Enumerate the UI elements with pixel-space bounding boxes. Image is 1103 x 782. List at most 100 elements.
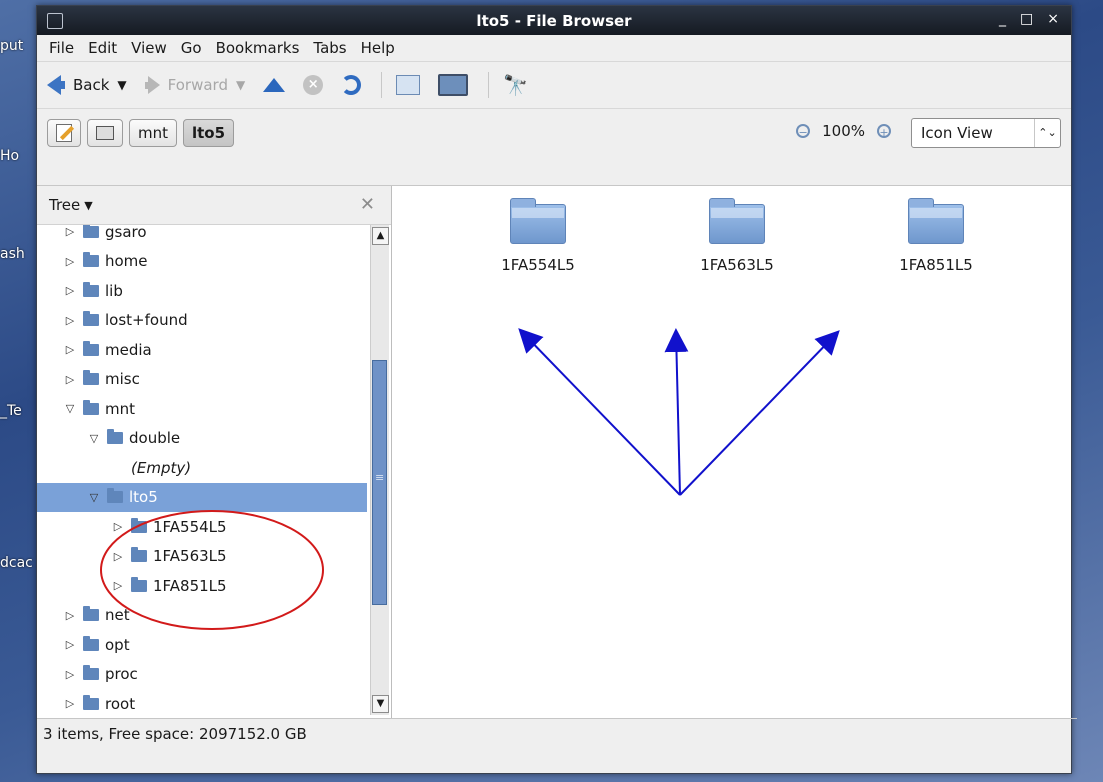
tree-item[interactable]: (Empty) — [37, 453, 367, 483]
folder-icon — [83, 665, 99, 681]
path-mnt-button[interactable]: mnt — [129, 119, 177, 147]
folder-icon — [83, 225, 99, 238]
expand-arrow-icon[interactable]: ▷ — [65, 255, 75, 268]
tree-item[interactable]: ▷ 1FA851L5 — [37, 571, 367, 601]
stop-icon: × — [303, 75, 324, 95]
menu-go[interactable]: Go — [181, 39, 202, 57]
expand-arrow-icon[interactable]: ▷ — [113, 520, 123, 533]
folder-icon — [131, 576, 147, 592]
reload-button[interactable] — [341, 75, 362, 95]
tree-item[interactable]: ▷ net — [37, 601, 367, 631]
folder-icon — [908, 198, 964, 244]
title-bar[interactable]: lto5 - File Browser _ □ × — [37, 6, 1071, 35]
expand-arrow-icon[interactable]: ▷ — [65, 609, 75, 622]
up-arrow-icon — [263, 78, 286, 92]
tree-item[interactable]: ▷ opt — [37, 630, 367, 660]
chevron-down-icon[interactable]: ▼ — [84, 199, 92, 212]
expand-arrow-icon[interactable]: ▷ — [65, 638, 75, 651]
search-button[interactable]: 🔭 — [503, 73, 528, 97]
back-arrow-icon — [47, 75, 65, 95]
expand-arrow-icon[interactable]: ▷ — [113, 550, 123, 563]
folder-icon — [131, 547, 147, 563]
tree-item[interactable]: ▷ gsaro — [37, 225, 367, 247]
desktop-label-te: _Te — [0, 403, 22, 419]
back-button[interactable]: Back ▼ — [47, 75, 127, 95]
toolbar-separator — [488, 72, 490, 98]
view-mode-select[interactable]: Icon View ⌃⌄ — [911, 118, 1061, 148]
expand-arrow-icon[interactable]: ▷ — [65, 343, 75, 356]
sidebar-title[interactable]: Tree — [49, 196, 80, 214]
tree-item[interactable]: ▽ double — [37, 424, 367, 454]
tree-item-label: double — [129, 429, 181, 448]
tree-item[interactable]: ▷ root — [37, 689, 367, 715]
path-lto5-button[interactable]: lto5 — [183, 119, 235, 147]
file-item[interactable]: 1FA563L5 — [667, 198, 807, 274]
folder-icon — [83, 340, 99, 356]
zoom-level: 100% — [822, 122, 865, 140]
expand-arrow-icon[interactable]: ▷ — [65, 373, 75, 386]
tree-view: ▷ gsaro ▷ home ▷ lib ▷ lost+found ▷ media ▷ misc ▽ mn… — [37, 225, 367, 715]
folder-icon — [83, 252, 99, 268]
menu-file[interactable]: File — [49, 39, 74, 57]
folder-icon — [83, 281, 99, 297]
tree-item[interactable]: ▷ lib — [37, 276, 367, 306]
menu-tabs[interactable]: Tabs — [313, 39, 346, 57]
expand-arrow-icon[interactable]: ▷ — [65, 697, 75, 710]
folder-icon — [131, 517, 147, 533]
stop-button[interactable]: × — [303, 75, 324, 95]
drive-path-button[interactable] — [87, 119, 123, 147]
expand-arrow-icon[interactable]: ▷ — [113, 579, 123, 592]
file-item[interactable]: 1FA554L5 — [468, 198, 608, 274]
tree-item-label: 1FA554L5 — [153, 517, 227, 536]
zoom-in-icon[interactable]: + — [877, 124, 891, 139]
maximize-icon[interactable]: □ — [1020, 11, 1033, 27]
scroll-down-button[interactable]: ▼ — [372, 695, 389, 713]
toolbar: Back ▼ Forward ▼ × 🔭 — [37, 61, 1071, 108]
menu-view[interactable]: View — [131, 39, 167, 57]
collapse-arrow-icon[interactable]: ▽ — [89, 491, 99, 504]
file-name: 1FA851L5 — [899, 256, 973, 274]
edit-location-button[interactable] — [47, 119, 81, 147]
expand-arrow-icon[interactable]: ▷ — [65, 668, 75, 681]
chevron-down-icon[interactable]: ▼ — [117, 78, 126, 92]
tree-scrollbar[interactable]: ▲ ▼ — [370, 225, 389, 715]
tree-item[interactable]: ▽ lto5 — [37, 482, 367, 512]
home-button[interactable] — [396, 75, 421, 95]
menu-bookmarks[interactable]: Bookmarks — [216, 39, 300, 57]
tree-item[interactable]: ▽ mnt — [37, 394, 367, 424]
reload-icon — [341, 75, 362, 95]
up-button[interactable] — [263, 78, 286, 92]
scroll-thumb[interactable] — [372, 360, 387, 605]
tree-item-label: gsaro — [105, 225, 147, 241]
scroll-up-button[interactable]: ▲ — [372, 227, 389, 245]
folder-icon — [510, 198, 566, 244]
folder-icon — [107, 429, 123, 445]
tree-item[interactable]: ▷ lost+found — [37, 306, 367, 336]
tree-item[interactable]: ▷ home — [37, 247, 367, 277]
status-bar: 3 items, Free space: 2097152.0 GB — [37, 718, 1077, 749]
minimize-icon[interactable]: _ — [999, 11, 1006, 27]
desktop-label-dcac: dcac — [0, 555, 33, 571]
tree-item[interactable]: ▷ media — [37, 335, 367, 365]
file-item[interactable]: 1FA851L5 — [866, 198, 1006, 274]
expand-arrow-icon[interactable]: ▷ — [65, 225, 75, 238]
collapse-arrow-icon[interactable]: ▽ — [65, 402, 75, 415]
zoom-out-icon[interactable]: − — [796, 124, 811, 139]
tree-item[interactable]: ▷ 1FA563L5 — [37, 542, 367, 572]
close-icon[interactable]: × — [1047, 11, 1059, 27]
forward-button[interactable]: Forward ▼ — [144, 76, 245, 94]
folder-icon — [83, 694, 99, 710]
tree-item[interactable]: ▷ proc — [37, 660, 367, 690]
folder-icon — [83, 311, 99, 327]
chevron-down-icon[interactable]: ▼ — [236, 78, 245, 92]
menu-edit[interactable]: Edit — [88, 39, 117, 57]
computer-button[interactable] — [438, 74, 469, 96]
collapse-arrow-icon[interactable]: ▽ — [89, 432, 99, 445]
tree-item[interactable]: ▷ misc — [37, 365, 367, 395]
expand-arrow-icon[interactable]: ▷ — [65, 314, 75, 327]
select-chevron-icon[interactable]: ⌃⌄ — [1034, 119, 1060, 147]
tree-item[interactable]: ▷ 1FA554L5 — [37, 512, 367, 542]
menu-help[interactable]: Help — [361, 39, 395, 57]
close-sidebar-icon[interactable]: ✕ — [360, 194, 375, 215]
expand-arrow-icon[interactable]: ▷ — [65, 284, 75, 297]
